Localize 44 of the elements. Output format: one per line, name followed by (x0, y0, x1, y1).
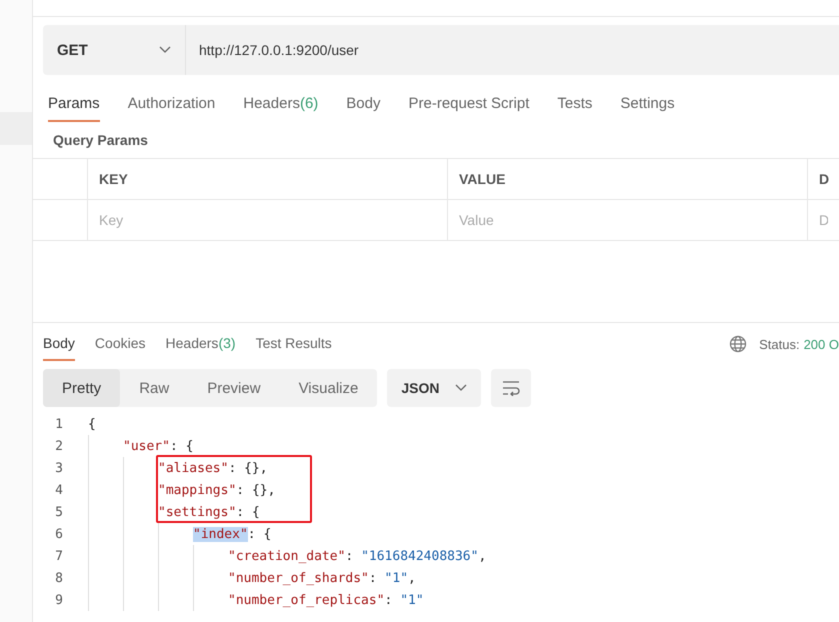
code-line: "number_of_replicas": "1" (228, 592, 424, 608)
request-tab[interactable]: Headers(6) (243, 87, 318, 122)
code-line: "index": { (193, 526, 272, 542)
response-tab[interactable]: Cookies (94, 327, 146, 361)
response-tab[interactable]: Headers(3) (166, 327, 236, 361)
response-tab[interactable]: Test Results (256, 327, 332, 361)
chevron-down-icon (455, 384, 468, 392)
view-mode-tab[interactable]: Visualize (280, 369, 378, 407)
wrap-lines-icon (501, 380, 522, 396)
code-line: "settings": { (158, 504, 260, 520)
code-line: { (88, 416, 96, 432)
line-number: 7 (54, 548, 64, 564)
line-number: 5 (54, 504, 64, 520)
code-line: "mappings": {}, (158, 482, 276, 498)
method-dropdown[interactable]: GET (43, 25, 186, 75)
line-number: 2 (54, 438, 64, 454)
request-tab[interactable]: Tests (557, 87, 592, 122)
line-number: 6 (54, 526, 64, 542)
status-label: Status: (759, 336, 800, 352)
line-number: 1 (54, 416, 64, 432)
request-tab[interactable]: Body (346, 87, 380, 122)
response-tab[interactable]: Body (43, 327, 75, 361)
view-mode-tab[interactable]: Raw (120, 369, 188, 407)
line-number: 3 (54, 460, 64, 476)
format-dropdown[interactable]: JSON (387, 369, 482, 407)
status-value: 200 O (804, 336, 839, 352)
code-line: "user": { (123, 438, 194, 454)
request-tab[interactable]: Authorization (128, 87, 216, 122)
request-tab[interactable]: Settings (620, 87, 675, 122)
url-input[interactable]: http://127.0.0.1:9200/user (186, 25, 839, 75)
request-tab[interactable]: Params (48, 87, 100, 122)
view-mode-tab[interactable]: Pretty (43, 369, 120, 407)
section-title: Query Params (52, 131, 149, 150)
view-mode-tab[interactable]: Preview (188, 369, 280, 407)
code-line: "number_of_shards": "1", (228, 570, 416, 586)
globe-icon[interactable] (729, 335, 748, 353)
line-number: 9 (54, 592, 64, 608)
request-tab[interactable]: Pre-request Script (408, 87, 530, 122)
wrap-lines-button[interactable] (491, 369, 532, 407)
line-number: 4 (54, 482, 64, 498)
chevron-down-icon (159, 46, 171, 54)
line-number: 8 (54, 570, 64, 586)
code-line: "aliases": {}, (158, 460, 268, 476)
code-line: "creation_date": "1616842408836", (228, 548, 486, 564)
